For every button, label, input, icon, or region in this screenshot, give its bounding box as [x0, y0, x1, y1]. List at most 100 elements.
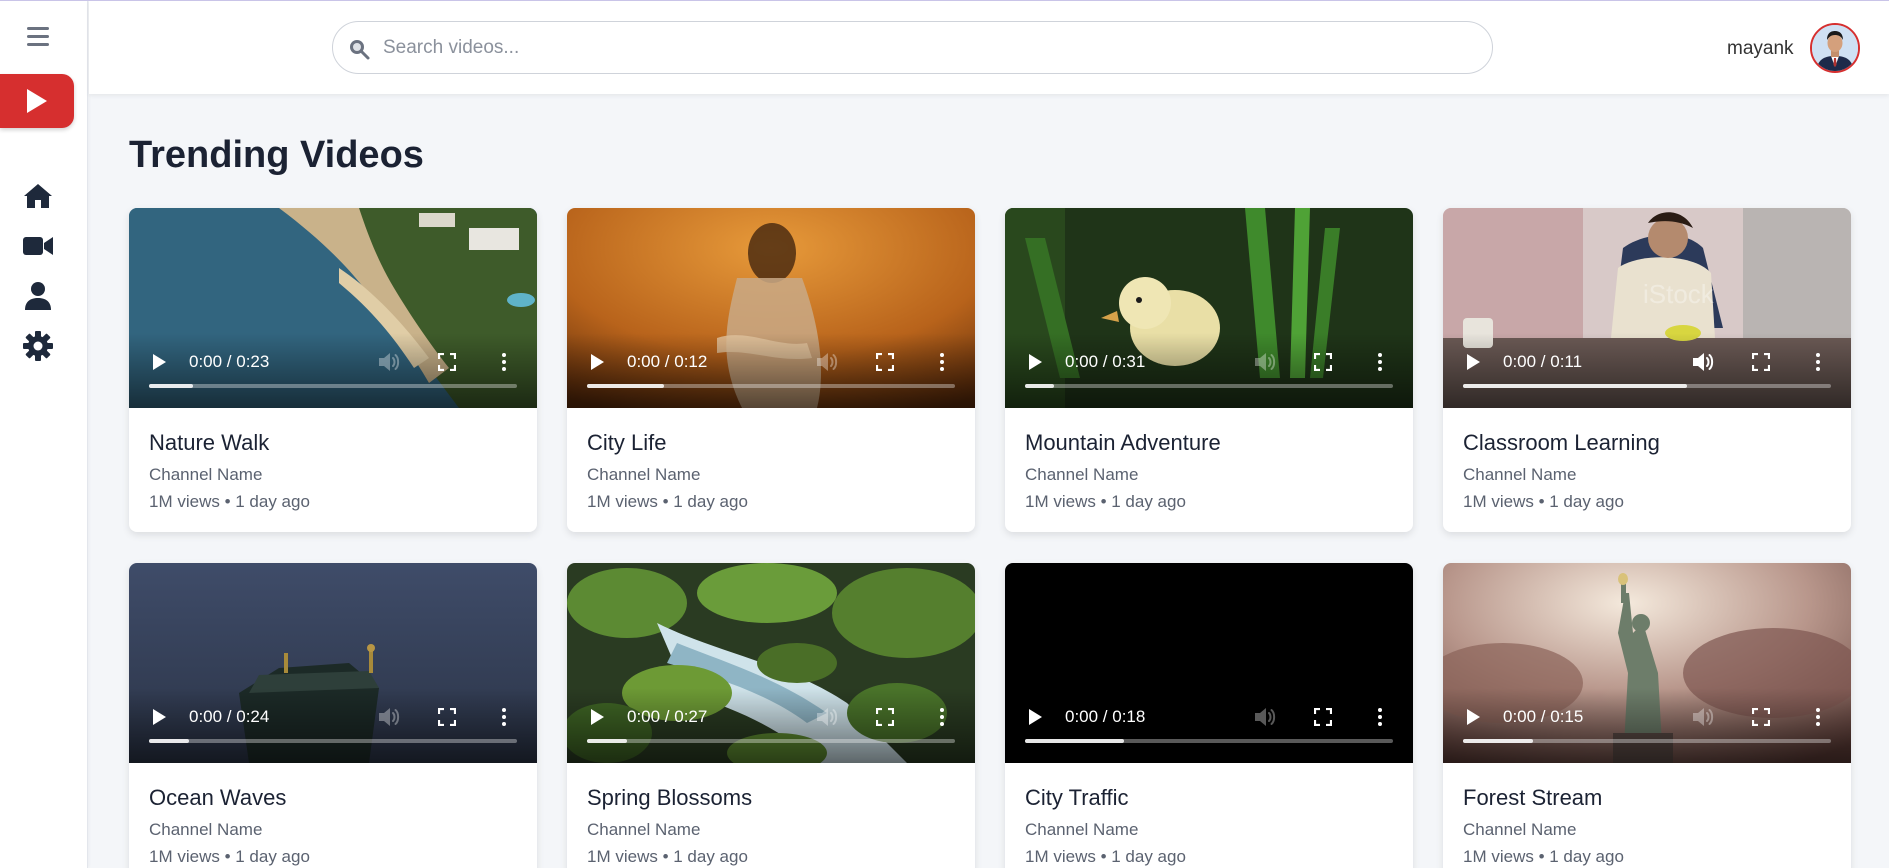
progress-bar[interactable] — [149, 384, 517, 388]
video-title[interactable]: City Traffic — [1025, 785, 1393, 811]
play-icon[interactable] — [1467, 709, 1480, 725]
video-info: Nature Walk Channel Name 1M views • 1 da… — [129, 408, 537, 532]
fullscreen-icon[interactable] — [1313, 352, 1333, 372]
channel-name[interactable]: Channel Name — [1463, 465, 1831, 485]
play-icon[interactable] — [1467, 354, 1480, 370]
hamburger-menu-icon[interactable] — [25, 24, 53, 48]
play-icon[interactable] — [1029, 354, 1042, 370]
channel-name[interactable]: Channel Name — [1025, 820, 1393, 840]
svg-text:iStock: iStock — [1643, 279, 1715, 309]
video-player[interactable]: 0:00 / 0:31 — [1005, 208, 1413, 408]
play-icon[interactable] — [153, 709, 166, 725]
video-player[interactable]: 0:00 / 0:15 — [1443, 563, 1851, 763]
video-info: Forest Stream Channel Name 1M views • 1 … — [1443, 763, 1851, 868]
channel-name[interactable]: Channel Name — [587, 820, 955, 840]
progress-bar[interactable] — [1463, 739, 1831, 743]
volume-icon[interactable] — [1253, 706, 1277, 728]
more-options-icon[interactable] — [501, 706, 507, 728]
volume-icon[interactable] — [377, 351, 401, 373]
video-info: City Life Channel Name 1M views • 1 day … — [567, 408, 975, 532]
more-options-icon[interactable] — [1377, 706, 1383, 728]
channel-name[interactable]: Channel Name — [149, 465, 517, 485]
video-player[interactable]: 0:00 / 0:12 — [567, 208, 975, 408]
video-title[interactable]: Mountain Adventure — [1025, 430, 1393, 456]
volume-icon[interactable] — [1691, 351, 1715, 373]
video-card[interactable]: iStock 0:00 / 0:11 Classroom Learning Ch… — [1443, 208, 1851, 532]
video-info: Mountain Adventure Channel Name 1M views… — [1005, 408, 1413, 532]
channel-name[interactable]: Channel Name — [149, 820, 517, 840]
video-card[interactable]: 0:00 / 0:31 Mountain Adventure Channel N… — [1005, 208, 1413, 532]
play-icon[interactable] — [591, 354, 604, 370]
video-time: 0:00 / 0:27 — [627, 707, 708, 726]
page-title: Trending Videos — [129, 134, 424, 176]
volume-icon[interactable] — [815, 706, 839, 728]
home-icon[interactable] — [22, 180, 54, 212]
fullscreen-icon[interactable] — [875, 707, 895, 727]
progress-bar[interactable] — [1463, 384, 1831, 388]
more-options-icon[interactable] — [1377, 351, 1383, 373]
video-card[interactable]: 0:00 / 0:18 City Traffic Channel Name 1M… — [1005, 563, 1413, 868]
channel-name[interactable]: Channel Name — [1025, 465, 1393, 485]
fullscreen-icon[interactable] — [437, 352, 457, 372]
play-icon[interactable] — [153, 354, 166, 370]
video-title[interactable]: Ocean Waves — [149, 785, 517, 811]
video-info: Classroom Learning Channel Name 1M views… — [1443, 408, 1851, 532]
more-options-icon[interactable] — [939, 706, 945, 728]
search-bar[interactable] — [332, 21, 1493, 74]
video-player[interactable]: 0:00 / 0:23 — [129, 208, 537, 408]
search-input[interactable] — [383, 31, 1473, 65]
progress-fill — [1025, 384, 1055, 388]
video-card[interactable]: 0:00 / 0:12 City Life Channel Name 1M vi… — [567, 208, 975, 532]
search-icon[interactable] — [347, 37, 371, 61]
volume-icon[interactable] — [377, 706, 401, 728]
play-icon[interactable] — [591, 709, 604, 725]
video-time: 0:00 / 0:15 — [1503, 707, 1584, 726]
video-title[interactable]: Classroom Learning — [1463, 430, 1831, 456]
progress-bar[interactable] — [587, 384, 955, 388]
video-title[interactable]: Forest Stream — [1463, 785, 1831, 811]
progress-fill — [587, 384, 665, 388]
channel-name[interactable]: Channel Name — [587, 465, 955, 485]
volume-icon[interactable] — [815, 351, 839, 373]
progress-bar[interactable] — [1025, 739, 1393, 743]
video-card[interactable]: 0:00 / 0:24 Ocean Waves Channel Name 1M … — [129, 563, 537, 868]
video-time: 0:00 / 0:24 — [189, 707, 270, 726]
volume-icon[interactable] — [1253, 351, 1277, 373]
video-controls: 0:00 / 0:23 — [129, 333, 537, 408]
progress-bar[interactable] — [149, 739, 517, 743]
video-meta: 1M views • 1 day ago — [1463, 492, 1624, 511]
video-controls: 0:00 / 0:12 — [567, 333, 975, 408]
more-options-icon[interactable] — [1815, 706, 1821, 728]
fullscreen-icon[interactable] — [875, 352, 895, 372]
video-meta: 1M views • 1 day ago — [587, 492, 748, 511]
username: mayank — [1727, 38, 1794, 59]
video-player[interactable]: 0:00 / 0:27 — [567, 563, 975, 763]
fullscreen-icon[interactable] — [1313, 707, 1333, 727]
video-player[interactable]: 0:00 / 0:18 — [1005, 563, 1413, 763]
youtube-logo-icon[interactable] — [0, 74, 74, 128]
progress-bar[interactable] — [1025, 384, 1393, 388]
video-card[interactable]: 0:00 / 0:15 Forest Stream Channel Name 1… — [1443, 563, 1851, 868]
fullscreen-icon[interactable] — [1751, 707, 1771, 727]
more-options-icon[interactable] — [501, 351, 507, 373]
video-title[interactable]: City Life — [587, 430, 955, 456]
settings-icon[interactable] — [22, 330, 54, 362]
volume-icon[interactable] — [1691, 706, 1715, 728]
more-options-icon[interactable] — [939, 351, 945, 373]
user-icon[interactable] — [22, 280, 54, 312]
progress-bar[interactable] — [587, 739, 955, 743]
channel-name[interactable]: Channel Name — [1463, 820, 1831, 840]
more-options-icon[interactable] — [1815, 351, 1821, 373]
avatar[interactable] — [1810, 23, 1860, 73]
video-camera-icon[interactable] — [22, 230, 54, 262]
video-card[interactable]: 0:00 / 0:27 Spring Blossoms Channel Name… — [567, 563, 975, 868]
fullscreen-icon[interactable] — [1751, 352, 1771, 372]
progress-fill — [1463, 384, 1688, 388]
video-title[interactable]: Spring Blossoms — [587, 785, 955, 811]
play-icon[interactable] — [1029, 709, 1042, 725]
video-player[interactable]: iStock 0:00 / 0:11 — [1443, 208, 1851, 408]
fullscreen-icon[interactable] — [437, 707, 457, 727]
video-title[interactable]: Nature Walk — [149, 430, 517, 456]
video-player[interactable]: 0:00 / 0:24 — [129, 563, 537, 763]
video-card[interactable]: 0:00 / 0:23 Nature Walk Channel Name 1M … — [129, 208, 537, 532]
